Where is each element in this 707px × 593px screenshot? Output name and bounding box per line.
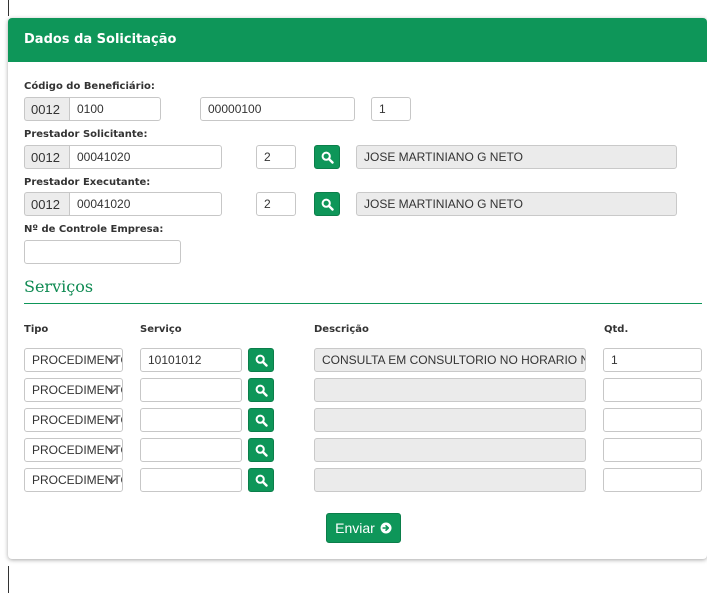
requester-name-field: JOSE MARTINIANO G NETO [356,145,677,169]
search-icon [255,444,268,457]
page-edge-marker-top [8,0,9,16]
beneficiary-code-input[interactable]: 0100 [69,97,161,121]
search-icon [321,151,334,164]
executor-digit-input[interactable]: 2 [256,192,296,216]
requester-code-input[interactable]: 00041020 [69,145,222,169]
search-icon [255,414,268,427]
service-type-select[interactable]: PROCEDIMENTO [24,468,123,492]
executor-prefix: 0012 [24,192,69,216]
service-type-select[interactable]: PROCEDIMENTO [24,438,123,462]
service-code-input[interactable] [140,438,242,462]
panel-title: Dados da Solicitação [24,32,177,47]
requester-search-button[interactable] [314,145,340,169]
service-description-field [314,438,586,462]
control-number-label: Nº de Controle Empresa: [24,224,164,235]
service-type-select[interactable]: PROCEDIMENTO [24,348,123,372]
service-qty-input[interactable]: 1 [603,348,702,372]
service-description-field [314,468,586,492]
service-search-button[interactable] [248,438,274,462]
column-header-qtd: Qtd. [604,324,629,335]
beneficiary-label: Código do Beneficiário: [24,81,155,92]
column-header-descricao: Descrição [314,324,369,335]
page-edge-marker-bottom [8,566,9,593]
service-code-input[interactable] [140,408,242,432]
chevron-down-icon [108,358,117,363]
service-search-button[interactable] [248,468,274,492]
service-qty-input[interactable] [603,438,702,462]
section-divider [24,303,702,304]
service-qty-input[interactable] [603,408,702,432]
arrow-right-circle-icon [380,522,392,534]
service-code-input[interactable] [140,468,242,492]
services-section-title: Serviços [24,277,94,296]
beneficiary-number-input[interactable]: 00000100 [200,97,355,121]
search-icon [255,474,268,487]
chevron-down-icon [108,478,117,483]
search-icon [255,384,268,397]
requester-prefix: 0012 [24,145,69,169]
panel-header: Dados da Solicitação [8,18,707,62]
service-description-field [314,408,586,432]
service-type-select[interactable]: PROCEDIMENTO [24,408,123,432]
chevron-down-icon [108,418,117,423]
service-code-input[interactable] [140,378,242,402]
submit-button[interactable]: Enviar [326,513,401,543]
executor-label: Prestador Executante: [24,177,151,188]
control-number-input[interactable] [24,240,181,264]
service-description-field: CONSULTA EM CONSULTORIO NO HORARIO NORMA… [314,348,586,372]
executor-name-field: JOSE MARTINIANO G NETO [356,192,677,216]
column-header-servico: Serviço [140,324,182,335]
service-description-field [314,378,586,402]
requester-digit-input[interactable]: 2 [256,145,296,169]
service-qty-input[interactable] [603,468,702,492]
requester-label: Prestador Solicitante: [24,129,148,140]
service-search-button[interactable] [248,378,274,402]
column-header-tipo: Tipo [24,324,49,335]
service-code-input[interactable]: 10101012 [140,348,242,372]
beneficiary-digit-input[interactable]: 1 [371,97,411,121]
executor-code-input[interactable]: 00041020 [69,192,222,216]
search-icon [321,198,334,211]
executor-search-button[interactable] [314,192,340,216]
submit-button-label: Enviar [335,520,375,536]
service-qty-input[interactable] [603,378,702,402]
request-panel: Dados da Solicitação Código do Beneficiá… [8,18,707,559]
chevron-down-icon [108,448,117,453]
service-type-select[interactable]: PROCEDIMENTO [24,378,123,402]
beneficiary-prefix: 0012 [24,97,69,121]
service-search-button[interactable] [248,408,274,432]
search-icon [255,354,268,367]
chevron-down-icon [108,388,117,393]
service-search-button[interactable] [248,348,274,372]
